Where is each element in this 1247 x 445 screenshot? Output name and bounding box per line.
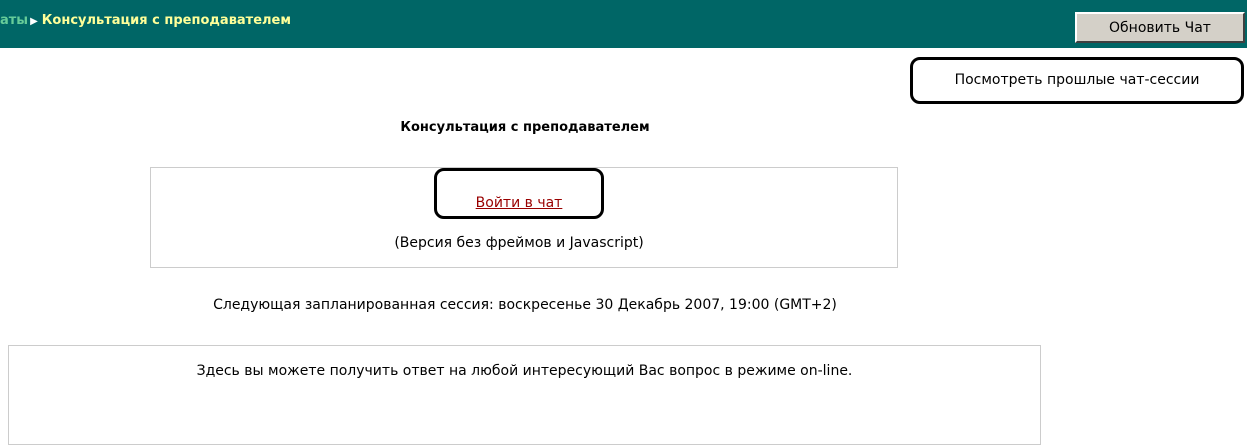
page-title: Консультация с преподавателем [400, 120, 650, 135]
breadcrumb-item-current: Консультация с преподавателем [41, 13, 292, 28]
breadcrumb-item-chats[interactable]: аты [0, 13, 28, 28]
refresh-chat-button[interactable]: Обновить Чат [1075, 12, 1245, 43]
no-frames-note: (Версия без фреймов и Javascript) [394, 235, 644, 251]
breadcrumb: аты ▶ Консультация с преподавателем [0, 13, 291, 28]
intro-box: Здесь вы можете получить ответ на любой … [8, 345, 1041, 445]
enter-chat-label[interactable]: Войти в чат [476, 195, 563, 211]
enter-chat-link[interactable]: Войти в чат [151, 195, 887, 211]
chat-entry-box: Войти в чат (Версия без фреймов и Javasc… [150, 167, 898, 268]
past-sessions-link[interactable]: Посмотреть прошлые чат-сессии [910, 57, 1244, 104]
navigation-bar: аты ▶ Консультация с преподавателем Обнови… [0, 0, 1247, 48]
highlight-oval [434, 168, 604, 219]
intro-text: Здесь вы можете получить ответ на любой … [196, 363, 853, 379]
breadcrumb-arrow-icon: ▶ [30, 16, 38, 27]
next-session-info: Следующая запланированная сессия: воскре… [213, 297, 837, 313]
